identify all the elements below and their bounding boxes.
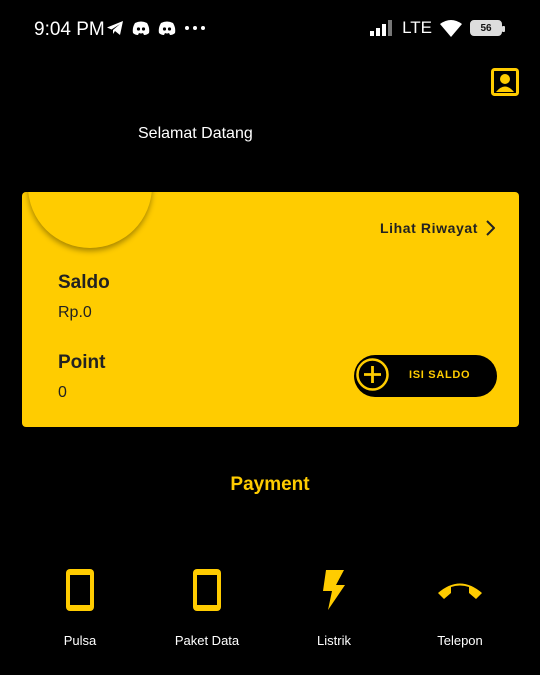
topup-button[interactable]: ISI SALDO xyxy=(354,355,497,397)
balance-card: Lihat Riwayat Saldo Rp.0 Point 0 ISI SAL… xyxy=(22,192,519,427)
service-listrik[interactable]: Listrik xyxy=(274,560,394,660)
profile-button[interactable] xyxy=(491,68,519,96)
payment-title: Payment xyxy=(230,474,310,495)
battery-level: 56 xyxy=(480,22,492,34)
service-pulsa[interactable]: Pulsa xyxy=(20,560,140,660)
telegram-icon xyxy=(107,21,123,35)
service-telepon[interactable]: Telepon xyxy=(400,560,520,660)
more-dots-icon xyxy=(185,26,205,30)
phone-icon xyxy=(66,569,94,611)
service-label: Pulsa xyxy=(63,633,97,648)
service-label: Listrik xyxy=(317,633,351,648)
discord-icon xyxy=(132,21,150,35)
notification-icons xyxy=(106,20,206,36)
card-decoration xyxy=(28,192,152,248)
saldo-label: Saldo xyxy=(58,272,110,293)
lightning-icon xyxy=(323,570,345,610)
service-label: Telepon xyxy=(437,633,483,648)
wifi-icon xyxy=(440,19,462,37)
service-label: Paket Data xyxy=(174,633,240,648)
network-type: LTE xyxy=(402,18,432,37)
call-end-icon xyxy=(438,583,482,599)
saldo-value: Rp.0 xyxy=(58,304,92,321)
point-label: Point xyxy=(58,352,106,373)
profile-icon xyxy=(491,68,519,96)
service-paket-data[interactable]: Paket Data xyxy=(147,560,267,660)
discord-icon xyxy=(158,21,176,35)
chevron-right-icon xyxy=(486,220,495,236)
phone-icon xyxy=(193,569,221,611)
plus-circle-icon xyxy=(356,358,389,391)
welcome-text: Selamat Datang xyxy=(138,125,253,142)
status-time: 9:04 PM xyxy=(34,19,105,40)
history-label: Lihat Riwayat xyxy=(379,220,478,236)
battery-icon: 56 xyxy=(470,20,505,36)
system-icons: LTE 56 xyxy=(370,18,505,38)
history-link[interactable]: Lihat Riwayat xyxy=(380,220,495,236)
status-bar: 9:04 PM LTE 56 xyxy=(0,0,540,60)
signal-icon xyxy=(370,20,393,36)
point-value: 0 xyxy=(58,384,67,401)
topup-label: ISI SALDO xyxy=(409,369,471,381)
